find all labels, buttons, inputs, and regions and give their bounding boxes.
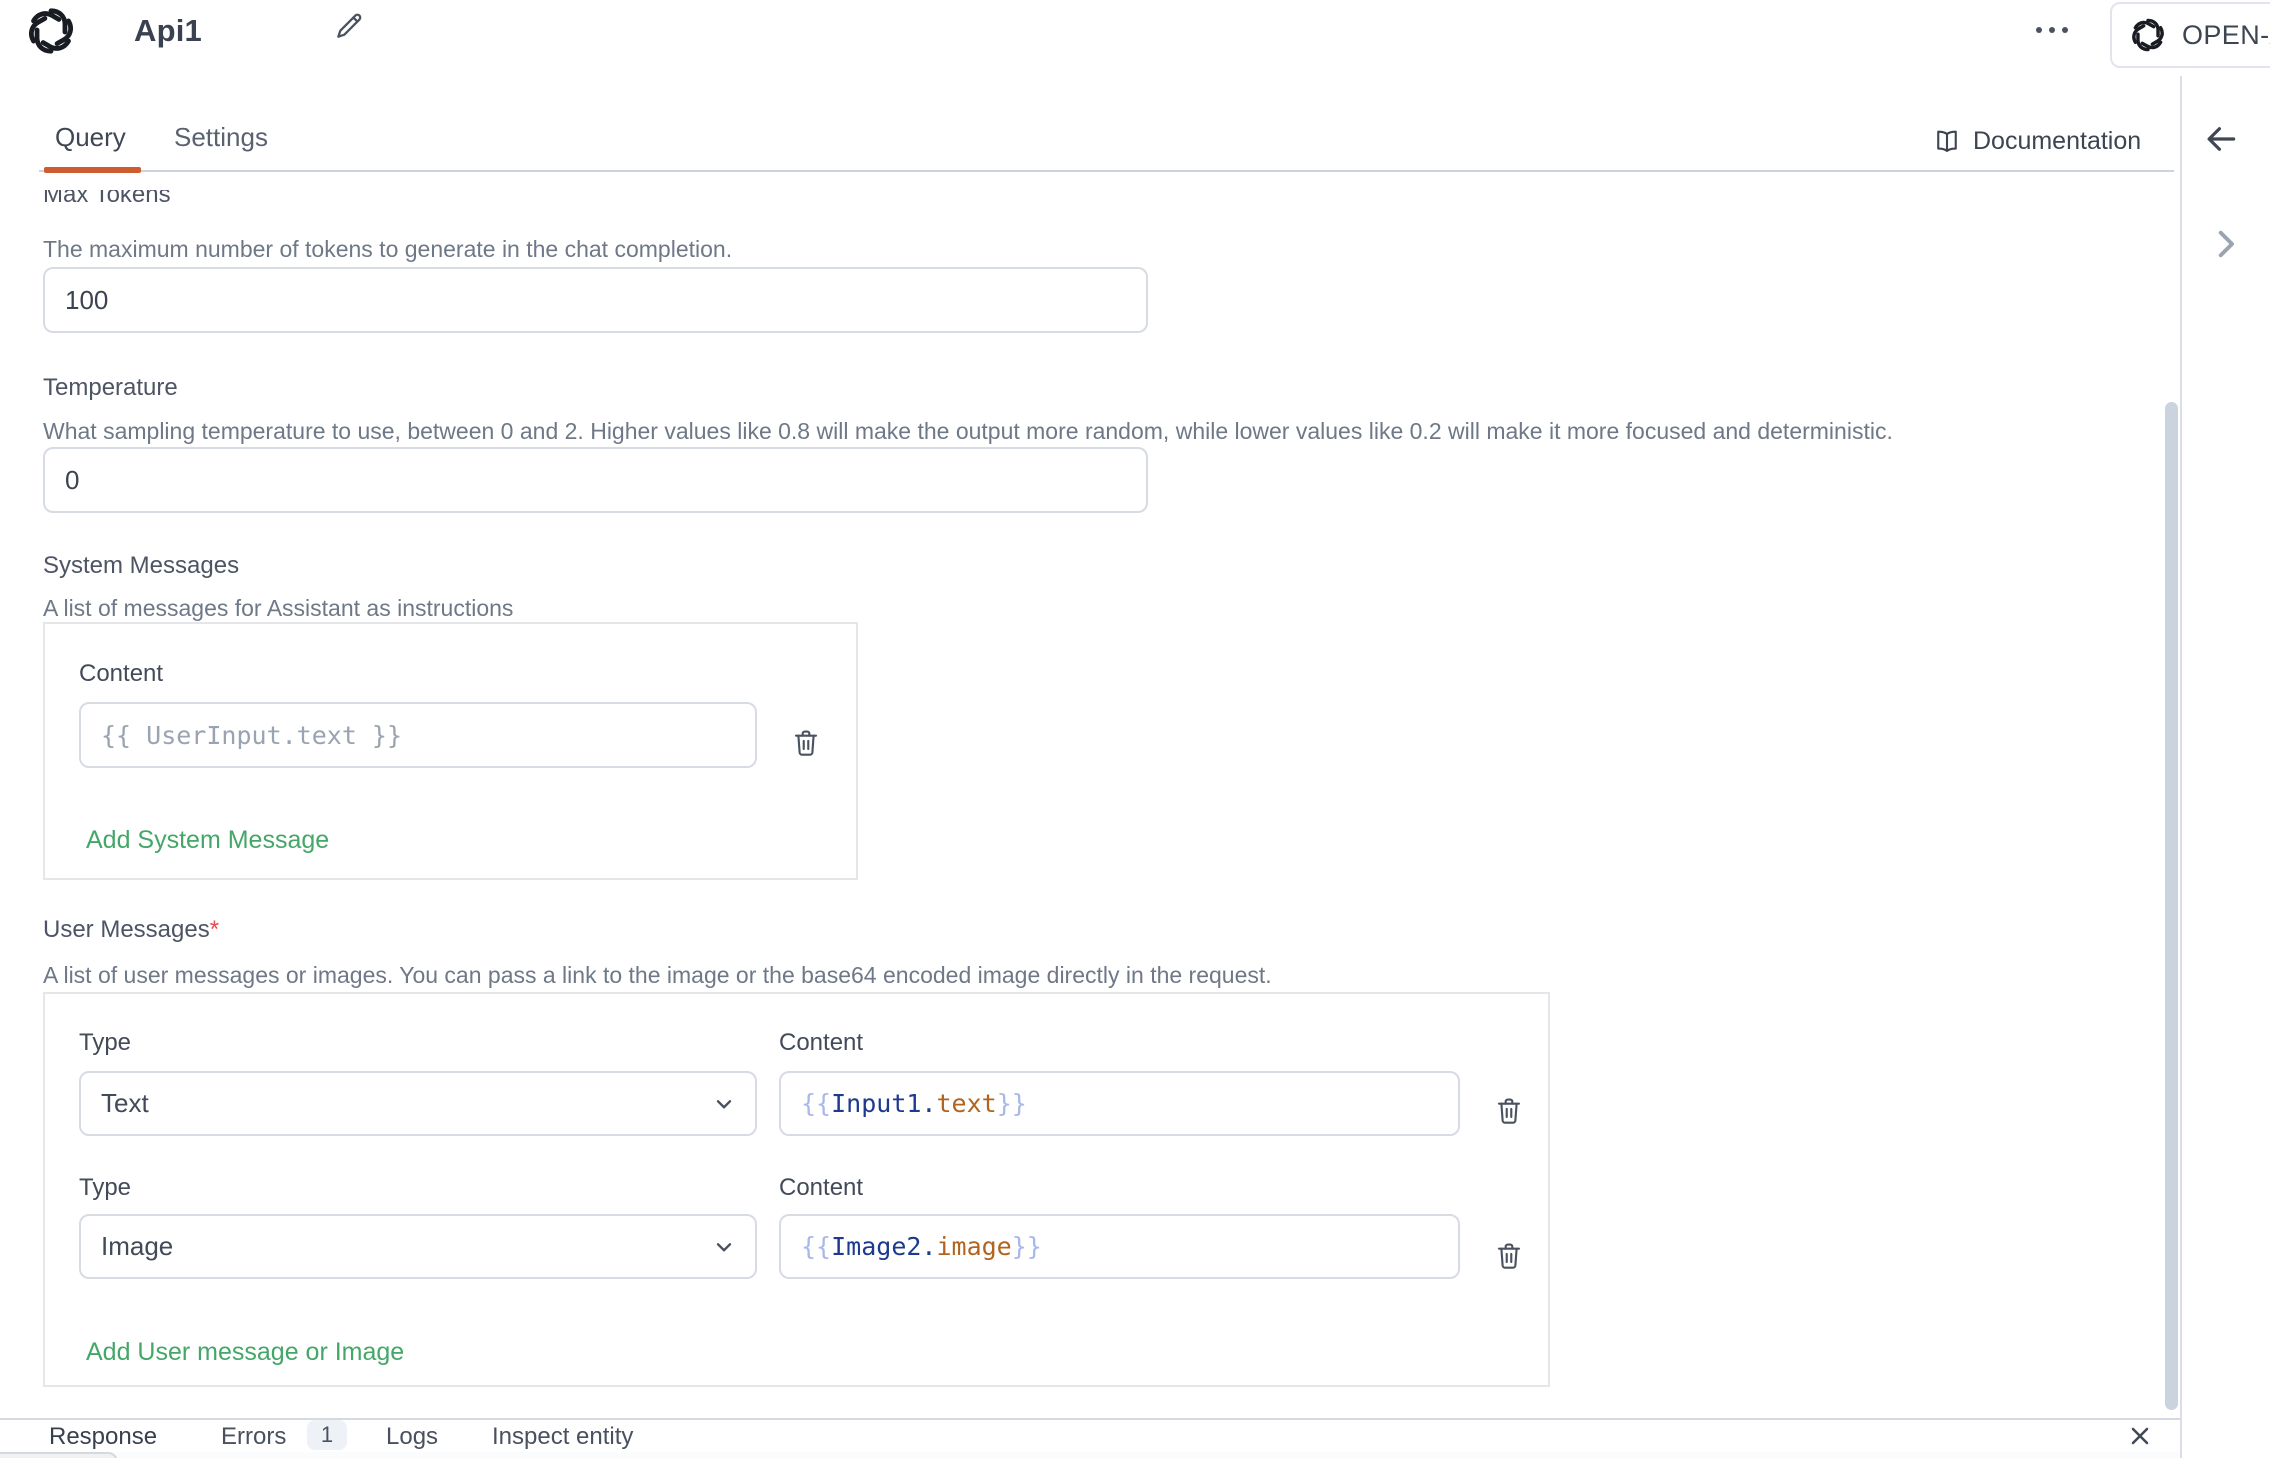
openai-logo-small: [2130, 16, 2166, 54]
trash-icon: [790, 727, 822, 759]
bottom-tab-response[interactable]: Response: [49, 1423, 157, 1451]
pencil-icon: [333, 10, 365, 42]
delete-system-message-button[interactable]: [790, 727, 822, 759]
user-message-content-label: Content: [779, 1174, 863, 1202]
datasource-button-label: OPEN-A: [2182, 20, 2270, 51]
scrollbar-thumb[interactable]: [2165, 402, 2178, 1410]
temperature-label: Temperature: [43, 374, 178, 402]
system-message-content-label: Content: [79, 660, 163, 688]
bottom-tab-logs[interactable]: Logs: [386, 1423, 438, 1451]
delete-user-message-button[interactable]: [1493, 1095, 1525, 1127]
errors-count-badge[interactable]: 1: [307, 1420, 347, 1450]
bottom-tab-inspect-entity[interactable]: Inspect entity: [492, 1423, 633, 1451]
page-title: Api1: [134, 13, 202, 49]
response-panel-edge: [0, 1452, 2180, 1458]
app-window: Api1: [0, 0, 2270, 1458]
max-tokens-label: Max Tokens: [43, 190, 171, 209]
system-messages-description: A list of messages for Assistant as inst…: [43, 595, 513, 622]
tabs-divider: [39, 170, 2174, 172]
add-system-message-link[interactable]: Add System Message: [86, 826, 329, 855]
system-messages-label: System Messages: [43, 552, 239, 580]
max-tokens-input[interactable]: [43, 267, 1148, 333]
user-message-type-label: Type: [79, 1029, 131, 1057]
more-menu-button[interactable]: [2030, 14, 2074, 44]
user-messages-description: A list of user messages or images. You c…: [43, 962, 2153, 989]
tab-settings[interactable]: Settings: [174, 122, 268, 153]
active-tab-indicator: [44, 167, 141, 173]
chevron-right-icon: [2208, 226, 2244, 262]
query-form-scroll-area: Max Tokens The maximum number of tokens …: [0, 190, 2180, 1418]
tab-query[interactable]: Query: [55, 122, 126, 153]
openai-logo: [26, 3, 76, 59]
right-panel-divider: [2180, 76, 2182, 1458]
user-message-type-select[interactable]: Image: [79, 1214, 757, 1279]
book-icon: [1933, 127, 1961, 155]
user-message-type-select[interactable]: Text: [79, 1071, 757, 1136]
system-messages-group: Content Add System Message: [43, 622, 858, 880]
bottom-panel-bar: Response Errors 1 Logs Inspect entity: [0, 1418, 2180, 1452]
trash-icon: [1493, 1240, 1525, 1272]
user-messages-label: User Messages*: [43, 916, 219, 944]
max-tokens-description: The maximum number of tokens to generate…: [43, 236, 732, 263]
add-user-message-link[interactable]: Add User message or Image: [86, 1338, 404, 1367]
delete-user-message-button[interactable]: [1493, 1240, 1525, 1272]
system-message-content-input[interactable]: [79, 702, 757, 768]
collapse-panel-button[interactable]: [2208, 226, 2244, 262]
back-button[interactable]: [2202, 120, 2240, 158]
user-message-content-label: Content: [779, 1029, 863, 1057]
datasource-button[interactable]: OPEN-A: [2110, 2, 2270, 68]
temperature-input[interactable]: [43, 447, 1148, 513]
documentation-label: Documentation: [1973, 127, 2141, 156]
trash-icon: [1493, 1095, 1525, 1127]
user-message-content-input[interactable]: {{Input1.text}}: [779, 1071, 1460, 1136]
documentation-link[interactable]: Documentation: [1933, 124, 2141, 158]
temperature-description: What sampling temperature to use, betwee…: [43, 418, 2153, 445]
user-messages-group: Type Content Text {{Input1.text}}: [43, 992, 1550, 1387]
required-asterisk: *: [210, 916, 219, 943]
close-icon: [2126, 1422, 2154, 1450]
edit-title-button[interactable]: [333, 10, 365, 42]
chevron-down-icon: [711, 1091, 737, 1117]
user-message-content-input[interactable]: {{Image2.image}}: [779, 1214, 1460, 1279]
bottom-tab-errors[interactable]: Errors: [221, 1423, 286, 1451]
close-panel-button[interactable]: [2126, 1422, 2154, 1450]
chevron-down-icon: [711, 1234, 737, 1260]
partial-button[interactable]: [0, 1452, 118, 1458]
arrow-left-icon: [2202, 120, 2240, 158]
user-message-type-label: Type: [79, 1174, 131, 1202]
ellipsis-icon: [2030, 14, 2074, 44]
